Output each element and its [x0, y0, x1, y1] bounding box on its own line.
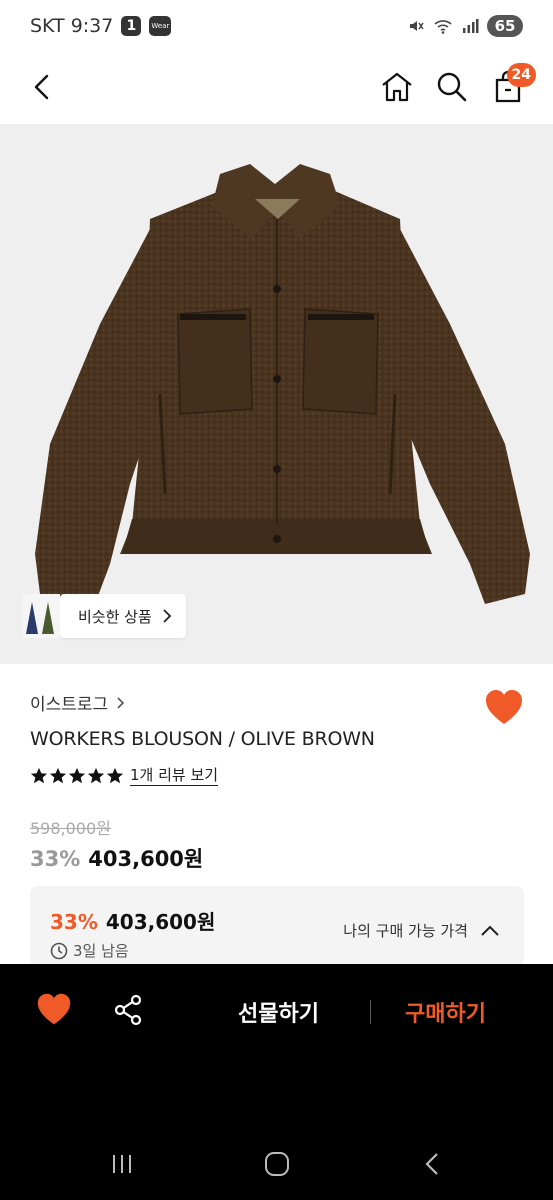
review-link[interactable]: 1개 리뷰 보기: [130, 765, 219, 786]
star-icon: [68, 767, 86, 783]
heart-icon[interactable]: [484, 688, 524, 728]
similar-products[interactable]: 비슷한 상품: [22, 594, 186, 638]
star-icon: [87, 767, 105, 783]
discount-rate: 33%: [30, 847, 81, 871]
star-icon: [106, 767, 124, 783]
benefit-price: 33% 403,600원: [50, 906, 215, 935]
benefit-amount: 403,600원: [105, 910, 216, 934]
signal-icon: [463, 19, 479, 33]
rating-stars: [30, 767, 124, 785]
battery-indicator: 65: [487, 15, 523, 37]
wifi-icon: [434, 20, 452, 34]
star-icon: [49, 767, 67, 783]
chevron-right-icon: [117, 696, 125, 709]
original-price: 598,000원: [30, 819, 111, 838]
similar-thumbnails: [22, 594, 60, 638]
status-right: 65: [407, 15, 523, 37]
buy-button[interactable]: 구매하기: [405, 996, 486, 1028]
status-bar: SKT 9:37 1 Wear 65: [0, 0, 553, 52]
rating-row: 1개 리뷰 보기: [30, 765, 219, 786]
back-icon: [34, 74, 49, 100]
similar-thumb-image: [22, 594, 60, 638]
recent-apps-button[interactable]: [102, 1144, 142, 1184]
similar-products-button[interactable]: 비슷한 상품: [60, 594, 186, 638]
star-icon: [30, 767, 48, 783]
product-detail-screen: SKT 9:37 1 Wear 65 24 비슷한 상품 이스트로그 WORKE…: [0, 0, 553, 1200]
clock-icon: [50, 942, 68, 959]
time-left-label: 3일 남음: [73, 942, 129, 960]
time-left: 3일 남음: [50, 940, 129, 961]
similar-products-label: 비슷한 상품: [78, 607, 152, 626]
back-nav-button[interactable]: [412, 1144, 452, 1184]
product-title: WORKERS BLOUSON / OLIVE BROWN: [30, 728, 375, 750]
heart-icon[interactable]: [36, 992, 72, 1028]
mute-icon: [410, 21, 424, 31]
home-icon: [382, 72, 412, 102]
gift-button[interactable]: 선물하기: [238, 996, 319, 1028]
home-circle-icon: [265, 1152, 289, 1176]
search-button[interactable]: [430, 65, 474, 109]
sale-price: 403,600원: [88, 847, 204, 871]
cart-button[interactable]: 24: [486, 63, 536, 109]
status-left: SKT 9:37 1 Wear: [30, 15, 172, 37]
chevron-up-icon: [481, 925, 499, 936]
wear-app-icon: Wear: [149, 16, 172, 36]
brand-link[interactable]: 이스트로그: [30, 690, 125, 715]
top-header: 24: [0, 52, 553, 122]
search-icon: [437, 72, 467, 102]
system-nav-bar: [0, 1130, 553, 1190]
benefit-label-text: 나의 구매 가능 가격: [343, 922, 468, 940]
home-button[interactable]: [375, 65, 419, 109]
chevron-right-icon: [163, 609, 172, 623]
divider: [370, 1000, 371, 1024]
benefit-toggle[interactable]: 나의 구매 가능 가격: [343, 920, 500, 941]
price-line: 33% 403,600원: [30, 843, 203, 873]
back-button[interactable]: [20, 65, 64, 109]
bottom-action-bar: 선물하기 구매하기: [0, 964, 553, 1200]
back-nav-icon: [425, 1153, 438, 1175]
product-image[interactable]: [0, 124, 553, 664]
purchase-price-box[interactable]: 33% 403,600원 3일 남음 나의 구매 가능 가격: [30, 886, 524, 966]
carrier-time: SKT 9:37: [30, 15, 114, 37]
share-icon[interactable]: [110, 992, 146, 1028]
notification-badge: 1: [121, 16, 142, 36]
recent-apps-icon: [113, 1155, 131, 1173]
home-nav-button[interactable]: [257, 1144, 297, 1184]
cart-count-badge: 24: [506, 63, 536, 87]
brand-name: 이스트로그: [30, 695, 109, 715]
benefit-discount: 33%: [50, 910, 98, 934]
jacket-illustration: [35, 164, 530, 604]
